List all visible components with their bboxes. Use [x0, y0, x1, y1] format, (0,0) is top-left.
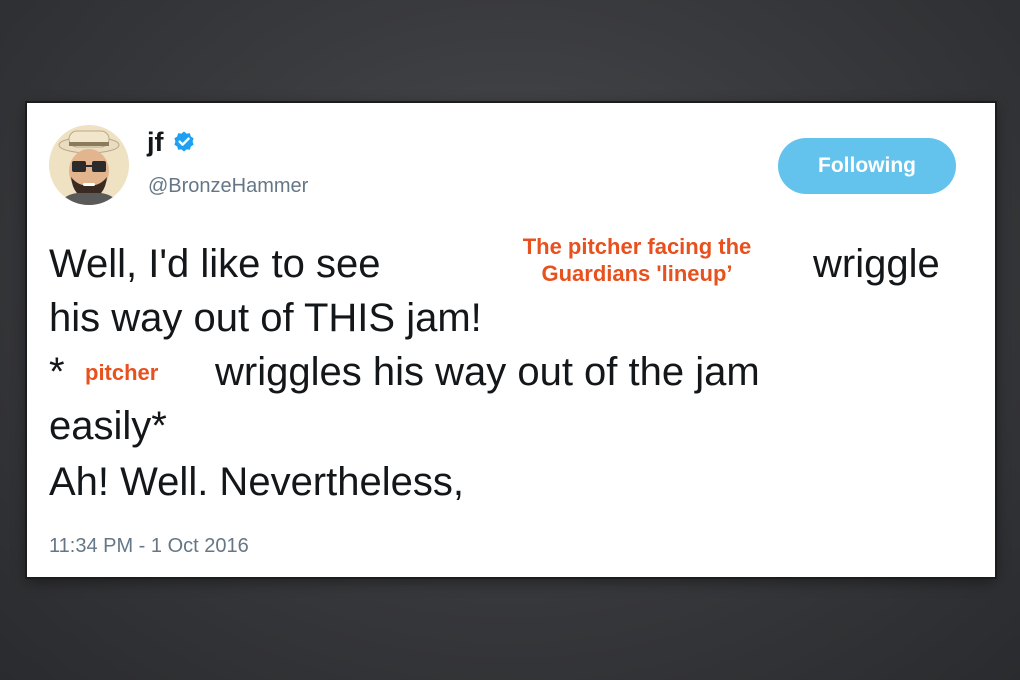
tweet-text-line-4: easily*: [49, 404, 167, 448]
verified-badge-icon: [173, 131, 194, 152]
tweet-text-asterisk: *: [49, 350, 65, 394]
tweet-text-line-3: wriggles his way out of the jam: [215, 350, 760, 394]
tweet-text-line-2: his way out of THIS jam!: [49, 296, 482, 340]
tweet-text-line-1: Well, I'd like to see: [49, 242, 381, 286]
tweet-timestamp[interactable]: 11:34 PM - 1 Oct 2016: [49, 535, 249, 558]
tweet-text-line-5: Ah! Well. Nevertheless,: [49, 460, 464, 504]
overlay-subject-line-2: Guardians 'lineup’: [541, 261, 733, 286]
following-button[interactable]: Following: [778, 138, 956, 194]
user-handle[interactable]: @BronzeHammer: [148, 175, 308, 198]
overlay-pitcher-label: pitcher: [85, 360, 159, 385]
overlay-subject-label: The pitcher facing the Guardians 'lineup…: [487, 233, 787, 287]
tweet-text-line-1-end: wriggle: [813, 242, 940, 286]
overlay-subject-line-1: The pitcher facing the: [522, 234, 752, 259]
tweet-card: jf @BronzeHammer Following Well, I'd lik…: [27, 103, 995, 577]
avatar[interactable]: [49, 125, 129, 205]
display-name[interactable]: jf: [147, 127, 164, 157]
author-row: jf: [147, 127, 196, 157]
cartoon-avatar-icon: [49, 125, 129, 205]
